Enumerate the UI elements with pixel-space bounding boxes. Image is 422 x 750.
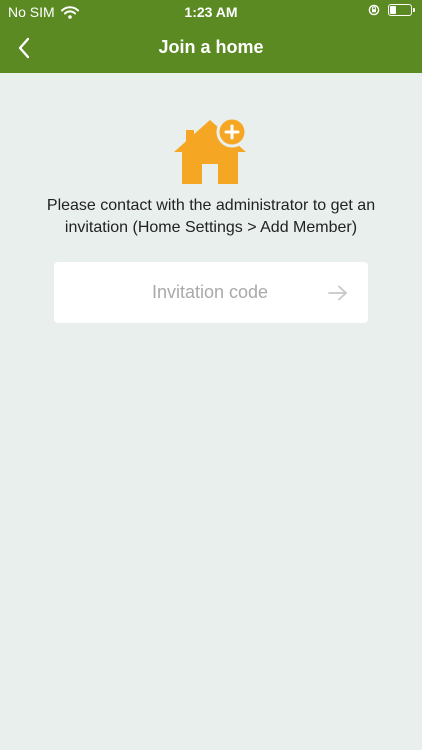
navigation-bar: Join a home <box>0 24 422 73</box>
instruction-text: Please contact with the administrator to… <box>46 197 376 236</box>
invitation-code-input[interactable] <box>74 262 306 323</box>
home-add-icon <box>174 116 248 184</box>
status-time: 1:23 AM <box>184 4 238 20</box>
chevron-left-icon <box>18 37 30 59</box>
invitation-code-box <box>54 262 368 323</box>
battery-tip <box>413 8 415 12</box>
arrow-right-icon <box>328 285 347 301</box>
page-title: Join a home <box>158 37 264 57</box>
back-button[interactable] <box>6 32 42 64</box>
status-right-group <box>368 4 415 16</box>
status-bar: No SIM 1:23 AM <box>0 0 422 24</box>
orientation-lock-icon <box>368 4 380 16</box>
submit-button[interactable] <box>326 281 350 305</box>
header-background: No SIM 1:23 AM Join a home <box>0 0 422 73</box>
battery-level <box>390 6 396 14</box>
battery-icon <box>388 4 415 16</box>
